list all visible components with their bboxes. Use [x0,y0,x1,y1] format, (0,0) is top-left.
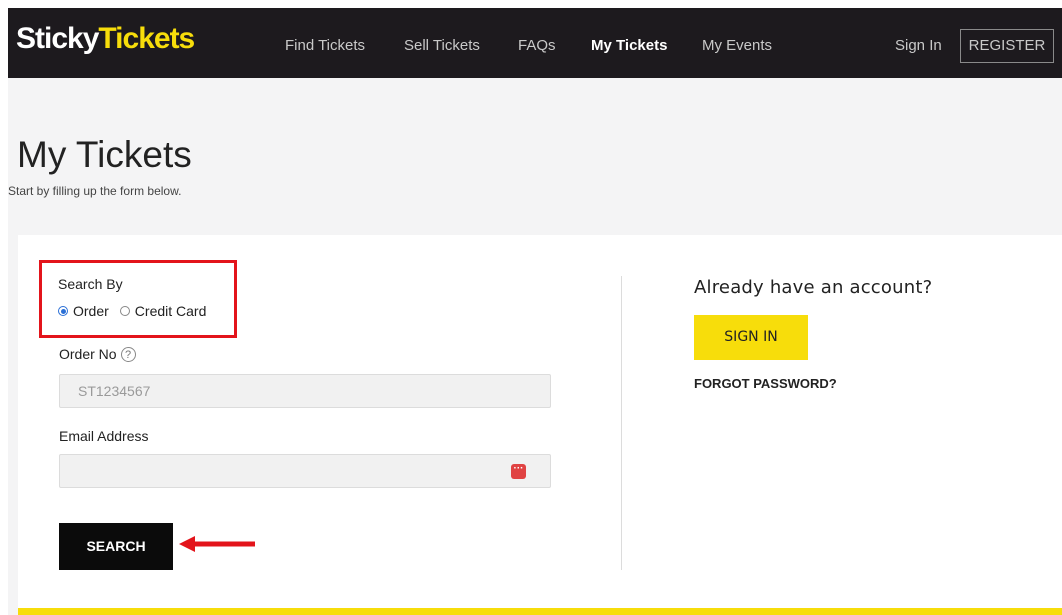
email-label: Email Address [59,428,149,444]
already-have-account-heading: Already have an account? [694,277,933,298]
search-by-radio-group: Order Credit Card [58,303,206,319]
nav-sign-in[interactable]: Sign In [895,37,942,54]
forgot-password-link[interactable]: FORGOT PASSWORD? [694,376,837,391]
page-subtitle: Start by filling up the form below. [8,184,182,198]
column-divider [621,276,622,570]
email-input[interactable] [60,455,550,487]
page: StickyTickets Find Tickets Sell Tickets … [8,8,1062,615]
search-by-label: Search By [58,276,123,292]
radio-credit-card-label[interactable]: Credit Card [135,303,207,319]
nav-my-tickets[interactable]: My Tickets [591,37,667,54]
register-button[interactable]: REGISTER [960,29,1054,63]
logo-text-sticky: Sticky [16,22,99,55]
nav-faqs[interactable]: FAQs [518,37,556,54]
radio-credit-card[interactable] [119,306,130,316]
order-no-label-row: Order No? [59,346,136,362]
nav-sell-tickets[interactable]: Sell Tickets [404,37,480,54]
sign-in-button[interactable]: SIGN IN [694,315,808,360]
navbar: StickyTickets Find Tickets Sell Tickets … [8,8,1062,78]
order-no-input[interactable] [60,375,550,407]
nav-find-tickets[interactable]: Find Tickets [285,37,365,54]
nav-my-events[interactable]: My Events [702,37,772,54]
search-button[interactable]: SEARCH [59,523,173,570]
password-manager-icon[interactable]: ··· [511,464,526,479]
logo[interactable]: StickyTickets [16,22,195,56]
order-no-field[interactable] [59,374,551,408]
logo-text-tickets: Tickets [98,22,195,55]
radio-order-label[interactable]: Order [73,303,109,319]
email-field[interactable]: ··· [59,454,551,488]
footer-yellow-bar [18,608,1062,615]
order-no-label: Order No [59,346,117,362]
radio-order[interactable] [58,306,68,316]
left-arrow-icon [179,536,255,552]
page-title: My Tickets [17,134,192,175]
annotation-highlight-box [39,260,237,338]
question-circle-icon[interactable]: ? [120,347,136,362]
